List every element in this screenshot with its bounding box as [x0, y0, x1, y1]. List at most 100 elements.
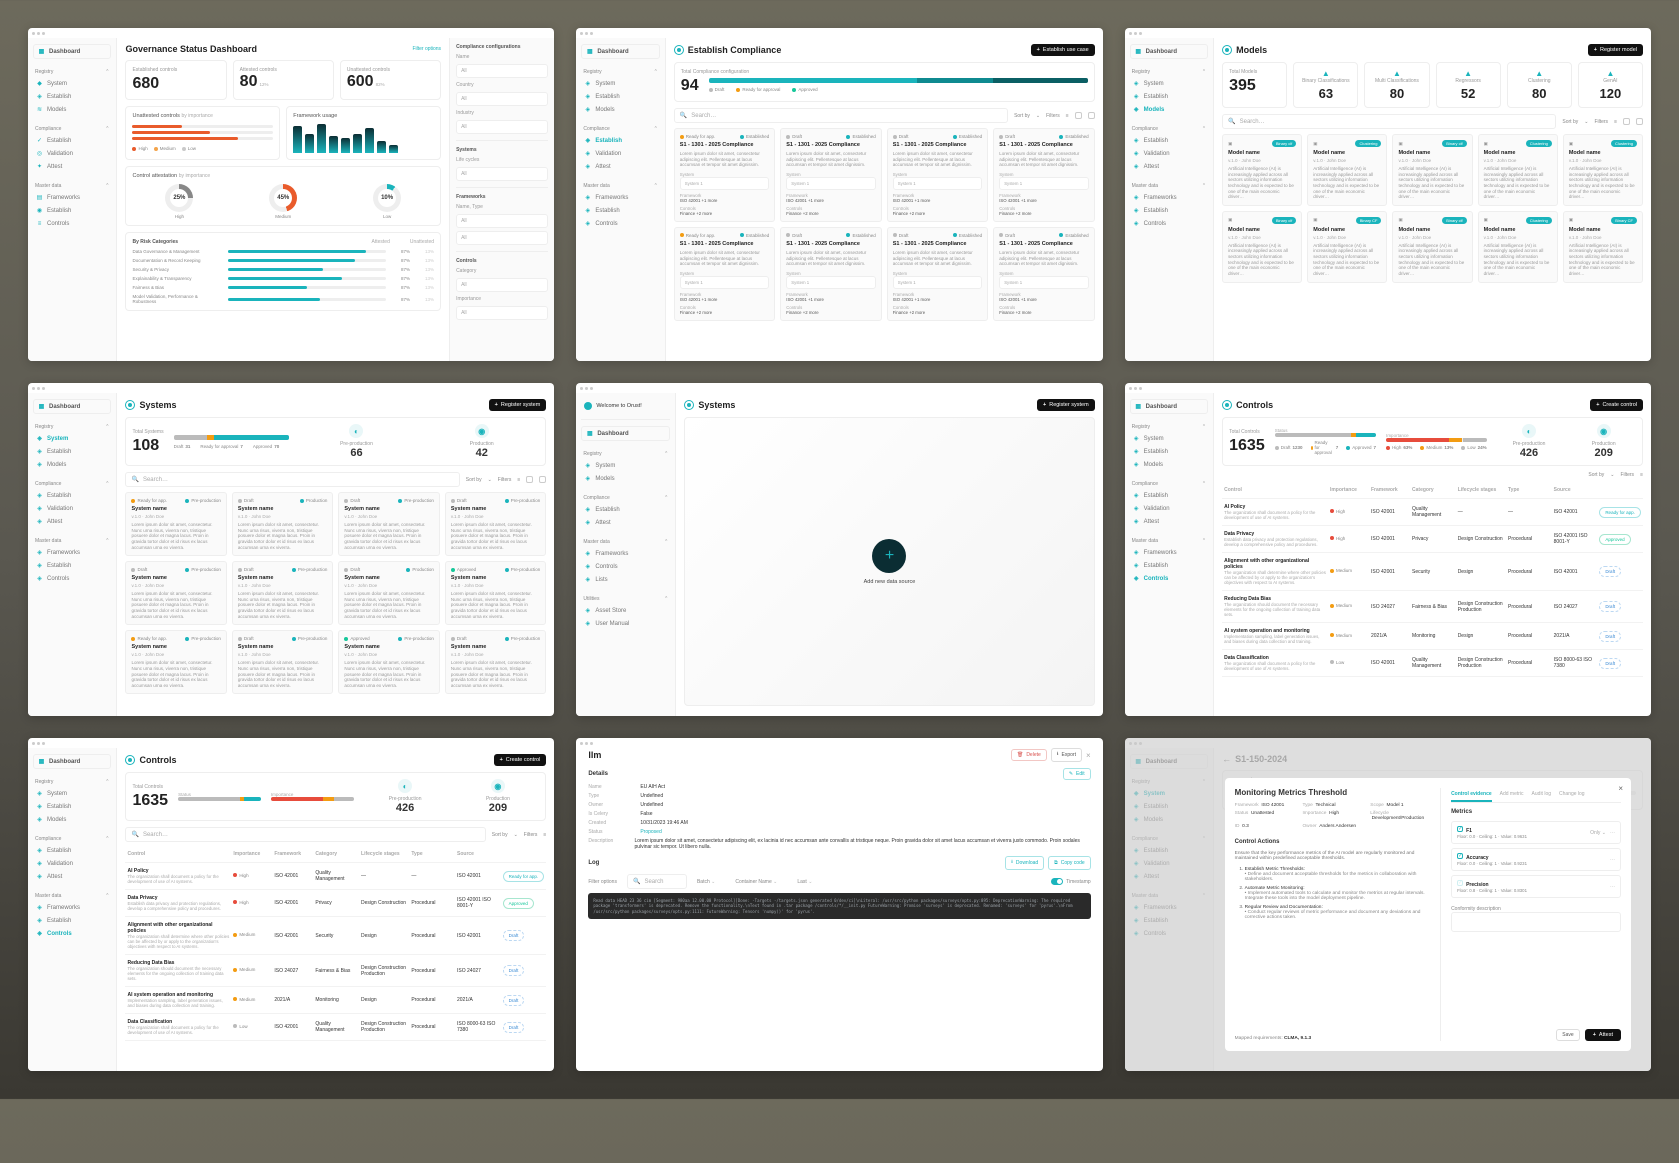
model-card[interactable]: ▣Binary clfModel namev.1.0 · John DoeArt…	[1392, 134, 1472, 206]
conformity-textarea[interactable]	[1451, 912, 1621, 932]
sidebar-item-establish3[interactable]: ◈Establish	[1130, 559, 1208, 572]
register-system-button[interactable]: Register system	[489, 399, 547, 411]
export-button[interactable]: ⭳Export	[1051, 748, 1082, 762]
sidebar-item-models[interactable]: ◈Models	[33, 813, 111, 826]
sidebar-item-establish2[interactable]: ◈Establish	[33, 489, 111, 502]
control-row[interactable]: Alignment with other organizational poli…	[1222, 553, 1643, 591]
compliance-card[interactable]: DraftEstablishedS1 - 1301 - 2025 Complia…	[887, 128, 988, 222]
sidebar-item-frameworks[interactable]: ◈Frameworks	[581, 191, 659, 204]
sidebar-item-system[interactable]: ◈System	[1130, 432, 1208, 445]
chevron-up-icon[interactable]: ⌃	[1202, 481, 1206, 487]
chevron-up-icon[interactable]: ⌃	[1202, 126, 1206, 132]
sidebar-dashboard[interactable]: ▦Dashboard	[1130, 44, 1208, 59]
sidebar-item-frameworks[interactable]: ◈Frameworks	[1130, 191, 1208, 204]
sidebar-item-models[interactable]: ◈Models	[1130, 458, 1208, 471]
chevron-up-icon[interactable]: ⌃	[105, 126, 109, 132]
sidebar-item-establish[interactable]: ◈Establish	[1130, 90, 1208, 103]
sidebar-item-attest[interactable]: ◈Attest	[1130, 160, 1208, 173]
sidebar-item-attest[interactable]: ✦Attest	[33, 160, 111, 173]
sidebar-dashboard[interactable]: ▦Dashboard	[1130, 399, 1208, 414]
metric-card[interactable]: PrecisionFloor: 0.8 · Ceiling: 1 · Value…	[1451, 875, 1621, 898]
control-row[interactable]: AI PolicyThe organization shall document…	[125, 863, 546, 890]
register-system-button[interactable]: Register system	[1037, 399, 1095, 411]
checkbox[interactable]	[1457, 853, 1463, 859]
create-control-button[interactable]: Create control	[494, 754, 547, 766]
control-row[interactable]: Alignment with other organizational poli…	[125, 917, 546, 955]
sidebar-item-models[interactable]: ≋Models	[33, 103, 111, 116]
more-icon[interactable]: ⋯	[1610, 857, 1615, 863]
model-card[interactable]: ▣ClusteringModel namev.1.0 · John DoeArt…	[1563, 134, 1643, 206]
status-pill[interactable]: Draft	[1599, 631, 1621, 642]
control-row[interactable]: AI PolicyThe organization shall document…	[1222, 499, 1643, 526]
sidebar-dashboard[interactable]: ▦Dashboard	[33, 44, 111, 59]
model-card[interactable]: ▣Binary CFModel namev.1.0 · John DoeArti…	[1307, 211, 1387, 283]
sidebar-item-establish[interactable]: ◈Establish	[581, 90, 659, 103]
control-row[interactable]: Data PrivacyEstablish data privacy and p…	[125, 890, 546, 917]
sidebar-item[interactable]: ◈User Manual	[581, 617, 670, 630]
model-card[interactable]: ▣ClusteringModel namev.1.0 · John DoeArt…	[1478, 134, 1558, 206]
sidebar-item-frameworks[interactable]: ▤Frameworks	[33, 191, 111, 204]
sidebar-item-attest[interactable]: ◈Attest	[33, 870, 111, 883]
control-row[interactable]: Reducing Data BiasThe organization shoul…	[125, 955, 546, 987]
sidebar-item-validation[interactable]: ◈Validation	[1130, 147, 1208, 160]
chevron-up-icon[interactable]: ⌃	[654, 69, 658, 75]
status-pill[interactable]: Approved	[503, 898, 534, 909]
more-icon[interactable]: ⋯	[1610, 884, 1615, 890]
sidebar-item-establish3[interactable]: ◈Establish	[33, 914, 111, 927]
sidebar-item-establish2[interactable]: ◈Establish	[1130, 134, 1208, 147]
model-card[interactable]: ▣ClusteringModel namev.1.0 · John DoeArt…	[1307, 134, 1387, 206]
sidebar-item-establish[interactable]: ◈Establish	[33, 90, 111, 103]
metric-card[interactable]: F1Floor: 0.0 · Ceiling: 1 · Value: 0.963…	[1451, 821, 1621, 844]
compliance-card[interactable]: DraftEstablishedS1 - 1301 - 2025 Complia…	[887, 227, 988, 321]
chevron-up-icon[interactable]: ⌃	[1202, 183, 1206, 189]
more-icon[interactable]: ⋯	[1610, 830, 1615, 836]
sidebar-item[interactable]: ◈Controls	[581, 560, 670, 573]
sidebar-item[interactable]: ◈System	[581, 459, 670, 472]
compliance-card[interactable]: DraftEstablishedS1 - 1301 - 2025 Complia…	[780, 227, 881, 321]
close-icon[interactable]: ×	[1086, 751, 1091, 760]
system-card[interactable]: DraftPre-productionSystem namev.1.0 · Jo…	[445, 492, 546, 556]
system-card[interactable]: DraftPre-productionSystem namev.1.0 · Jo…	[232, 630, 333, 694]
download-button[interactable]: ⭳Download	[1005, 856, 1044, 870]
sidebar-dashboard[interactable]: ▦Dashboard	[581, 44, 659, 59]
control-row[interactable]: AI system operation and monitoringImplem…	[1222, 623, 1643, 650]
status-pill[interactable]: Draft	[503, 1022, 525, 1033]
model-card[interactable]: ▣Binary clfModel namev.1.0 · John DoeArt…	[1222, 134, 1302, 206]
status-pill[interactable]: Approved	[1599, 534, 1630, 545]
chevron-up-icon[interactable]: ⌃	[1202, 538, 1206, 544]
system-card[interactable]: DraftProductionSystem namev.1.0 · John D…	[338, 561, 439, 625]
chevron-up-icon[interactable]: ⌃	[105, 893, 109, 899]
sidebar-item-models[interactable]: ◈Models	[33, 458, 111, 471]
filter-icon[interactable]: ≡	[1614, 119, 1617, 125]
grid-view-toggle[interactable]	[1075, 112, 1082, 119]
model-card[interactable]: ▣ClusteringModel namev.1.0 · John DoeArt…	[1478, 211, 1558, 283]
control-row[interactable]: AI system operation and monitoringImplem…	[125, 987, 546, 1014]
status-pill[interactable]: Draft	[503, 930, 525, 941]
sidebar-item-establish[interactable]: ◈Establish	[33, 445, 111, 458]
sidebar-item-establish3[interactable]: ◈Establish	[33, 559, 111, 572]
add-data-source-button[interactable]: +	[872, 539, 906, 573]
chevron-up-icon[interactable]: ⌃	[105, 836, 109, 842]
sidebar-item-establish2[interactable]: ◈Establish	[581, 134, 659, 147]
sidebar-item-establish3[interactable]: ◈Establish	[1130, 204, 1208, 217]
metric-card[interactable]: AccuracyFloor: 0.0 · Ceiling: 1 · Value:…	[1451, 848, 1621, 871]
sidebar-item-validation[interactable]: ◎Validation	[33, 147, 111, 160]
sidebar-dashboard[interactable]: ▦Dashboard	[581, 426, 670, 441]
sidebar-item-system[interactable]: ◆System	[33, 77, 111, 90]
sidebar-item-system[interactable]: ◈System	[1130, 77, 1208, 90]
list-view-toggle[interactable]	[1088, 112, 1095, 119]
close-icon[interactable]: ×	[1618, 784, 1623, 793]
sidebar-item-controls[interactable]: ≡Controls	[33, 217, 111, 230]
sidebar-item-attest[interactable]: ◈Attest	[581, 160, 659, 173]
model-card[interactable]: ▣Binary clfModel namev.1.0 · John DoeArt…	[1392, 211, 1472, 283]
chevron-up-icon[interactable]: ⌃	[1202, 69, 1206, 75]
system-card[interactable]: Ready for app.Pre-productionSystem namev…	[125, 630, 226, 694]
status-pill[interactable]: Draft	[503, 965, 525, 976]
chevron-up-icon[interactable]: ⌃	[654, 183, 658, 189]
search-input[interactable]: 🔍Search…	[125, 472, 459, 487]
control-row[interactable]: Data PrivacyEstablish data privacy and p…	[1222, 526, 1643, 553]
sidebar-item[interactable]: ◈Lists	[581, 573, 670, 586]
search-input[interactable]: 🔍Search	[627, 874, 687, 889]
sidebar-item-establish3[interactable]: ◈Establish	[581, 204, 659, 217]
chevron-up-icon[interactable]: ⌃	[105, 538, 109, 544]
